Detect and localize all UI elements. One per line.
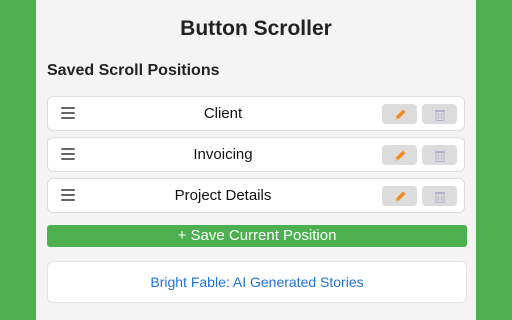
position-label[interactable]: Invoicing <box>48 138 398 171</box>
position-row-invoicing[interactable]: Invoicing <box>47 137 465 172</box>
trash-icon <box>434 151 445 162</box>
position-label[interactable]: Project Details <box>48 179 398 212</box>
edit-button[interactable] <box>382 104 417 124</box>
position-label[interactable]: Client <box>48 97 398 130</box>
page-title: Button Scroller <box>180 17 332 40</box>
delete-button[interactable] <box>422 186 457 206</box>
edit-button[interactable] <box>382 186 417 206</box>
edit-button[interactable] <box>382 145 417 165</box>
position-row-client[interactable]: Client <box>47 96 465 131</box>
delete-button[interactable] <box>422 104 457 124</box>
pencil-icon <box>394 109 405 120</box>
promo-card: Bright Fable: AI Generated Stories <box>47 261 467 303</box>
trash-icon <box>434 192 445 203</box>
main-panel: Button Scroller Saved Scroll Positions C… <box>36 0 476 320</box>
section-title: Saved Scroll Positions <box>47 62 220 79</box>
delete-button[interactable] <box>422 145 457 165</box>
trash-icon <box>434 110 445 121</box>
promo-link[interactable]: Bright Fable: AI Generated Stories <box>48 262 466 302</box>
save-position-button[interactable]: + Save Current Position <box>47 225 467 247</box>
pencil-icon <box>394 150 405 161</box>
position-row-project-details[interactable]: Project Details <box>47 178 465 213</box>
pencil-icon <box>394 191 405 202</box>
